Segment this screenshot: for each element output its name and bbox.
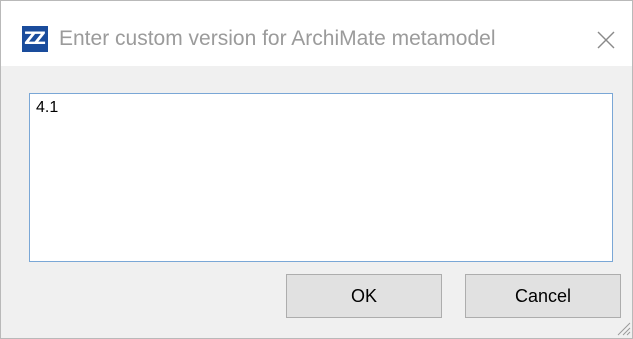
archi-app-icon: ZZ — [22, 26, 48, 52]
cancel-button[interactable]: Cancel — [465, 274, 621, 318]
version-input[interactable]: 4.1 — [29, 93, 613, 262]
ok-button[interactable]: OK — [286, 274, 442, 318]
close-icon — [597, 31, 615, 49]
dialog-title: Enter custom version for ArchiMate metam… — [59, 27, 496, 50]
title-bar[interactable]: ZZ Enter custom version for ArchiMate me… — [1, 1, 632, 66]
resize-grip-icon[interactable] — [615, 320, 631, 336]
close-button[interactable] — [589, 23, 623, 57]
dialog-window: ZZ Enter custom version for ArchiMate me… — [0, 0, 633, 339]
